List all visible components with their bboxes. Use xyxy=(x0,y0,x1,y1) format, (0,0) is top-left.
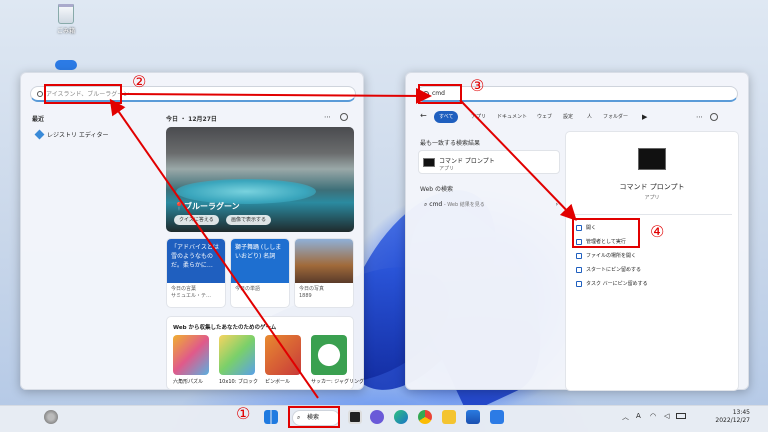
highlight-taskbar-search xyxy=(288,406,340,428)
highlight-actions xyxy=(572,218,640,248)
annotation-1: ① xyxy=(236,404,251,423)
annotation-arrows xyxy=(109,87,577,399)
annotation-2: ② xyxy=(132,72,147,91)
arrow-1-to-2 xyxy=(109,98,319,399)
highlight-cmd-query xyxy=(418,84,462,104)
annotation-3: ③ xyxy=(470,76,485,95)
annotation-4: ④ xyxy=(650,222,665,241)
arrow-2-to-3 xyxy=(119,87,432,104)
highlight-start-search xyxy=(44,84,122,104)
arrow-3-to-4 xyxy=(459,99,577,221)
